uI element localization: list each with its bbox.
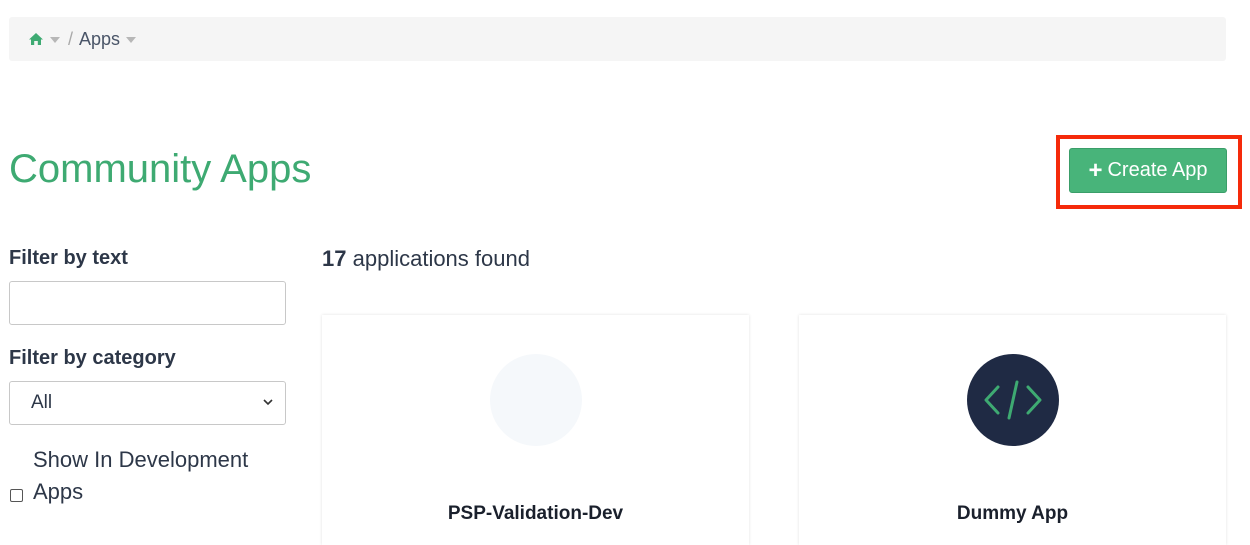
app-logo (966, 354, 1059, 446)
page-title: Community Apps (9, 147, 312, 191)
breadcrumb: / Apps (9, 17, 1226, 61)
plus-icon: + (1088, 156, 1103, 184)
filter-category-label: Filter by category (9, 347, 176, 369)
filter-text-input[interactable] (9, 281, 286, 325)
create-app-label: Create App (1107, 159, 1208, 181)
create-app-button[interactable]: + Create App (1069, 148, 1227, 193)
app-card[interactable]: Dummy App (799, 315, 1226, 545)
chevron-down-icon (126, 37, 137, 43)
app-card[interactable]: PSP-Validation-Dev (322, 315, 749, 545)
filter-text-label: Filter by text (9, 247, 128, 269)
breadcrumb-separator: / (68, 28, 74, 49)
filter-category-value: All (31, 392, 53, 413)
results-count-suffix: applications found (352, 246, 530, 271)
breadcrumb-apps[interactable]: Apps (79, 28, 137, 50)
app-logo-placeholder (489, 354, 582, 446)
home-icon (29, 33, 43, 45)
code-icon (984, 380, 1041, 420)
filter-category-select[interactable]: All (9, 381, 286, 425)
chevron-down-icon (50, 37, 60, 43)
chevron-down-icon (263, 399, 273, 406)
results-count: 17 applications found (322, 246, 530, 272)
results-count-number: 17 (322, 246, 347, 271)
show-dev-apps-checkbox[interactable] (10, 489, 23, 502)
app-card-name: PSP-Validation-Dev (447, 503, 624, 524)
app-card-name: Dummy App (956, 503, 1069, 524)
breadcrumb-home[interactable] (28, 32, 60, 46)
breadcrumb-apps-label: Apps (79, 28, 121, 49)
show-dev-apps-label[interactable]: Show In Development Apps (33, 444, 283, 508)
